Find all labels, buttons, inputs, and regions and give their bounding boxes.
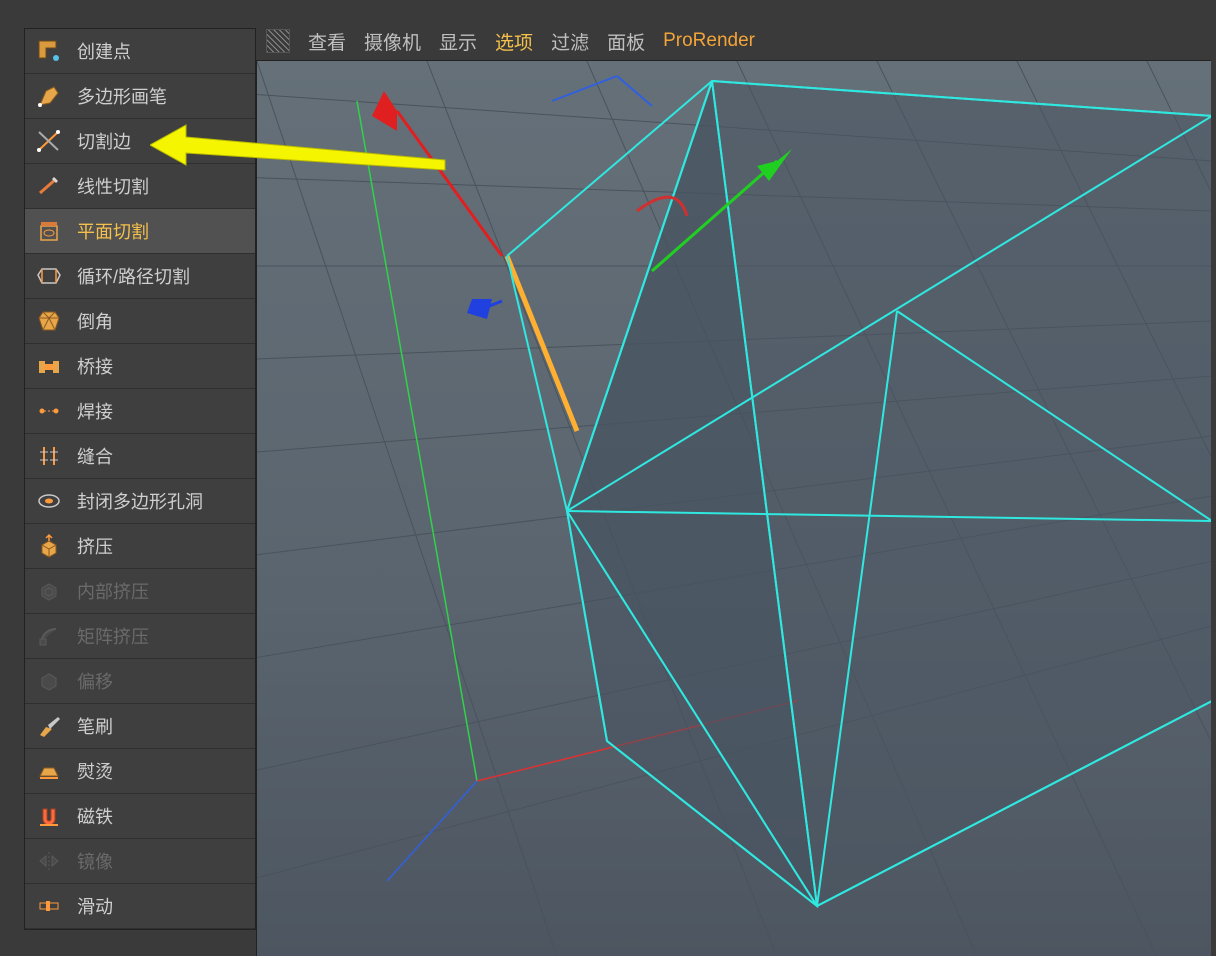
stitch-icon <box>35 442 63 470</box>
extrude-icon <box>35 532 63 560</box>
close-hole-icon <box>35 487 63 515</box>
tool-label: 笔刷 <box>77 713 113 739</box>
tool-label: 挤压 <box>77 533 113 559</box>
line-cut-icon <box>35 172 63 200</box>
tool-label: 磁铁 <box>77 803 113 829</box>
brush-icon <box>35 712 63 740</box>
bevel-icon <box>35 307 63 335</box>
viewport-menu-bar: 查看 摄像机 显示 选项 过滤 面板 ProRender <box>256 22 1216 60</box>
tool-label: 创建点 <box>77 38 131 64</box>
tool-label: 倒角 <box>77 308 113 334</box>
offset-icon <box>35 667 63 695</box>
magnet-icon <box>35 802 63 830</box>
mirror-icon <box>35 847 63 875</box>
menu-view[interactable]: 查看 <box>308 28 346 55</box>
tool-weld[interactable]: 焊接 <box>25 389 255 434</box>
tool-label: 桥接 <box>77 353 113 379</box>
iron-icon <box>35 757 63 785</box>
tool-bevel[interactable]: 倒角 <box>25 299 255 344</box>
tool-label: 多边形画笔 <box>77 83 167 109</box>
tool-label: 焊接 <box>77 398 113 424</box>
create-point-icon <box>35 37 63 65</box>
tool-create-point[interactable]: 创建点 <box>25 29 255 74</box>
tool-label: 封闭多边形孔洞 <box>77 488 203 514</box>
bridge-icon <box>35 352 63 380</box>
tool-panel: 创建点 多边形画笔 切割边 线性切割 平面切割 循环/路径切割 <box>24 28 256 930</box>
tool-plane-cut[interactable]: 平面切割 <box>25 209 255 254</box>
menu-prorender[interactable]: ProRender <box>663 30 755 52</box>
tool-matrix-extrude[interactable]: 矩阵挤压 <box>25 614 255 659</box>
tool-close-poly-hole[interactable]: 封闭多边形孔洞 <box>25 479 255 524</box>
tool-line-cut[interactable]: 线性切割 <box>25 164 255 209</box>
tool-loop-path-cut[interactable]: 循环/路径切割 <box>25 254 255 299</box>
tool-label: 矩阵挤压 <box>77 623 149 649</box>
viewport-scene <box>257 61 1211 956</box>
tool-extrude[interactable]: 挤压 <box>25 524 255 569</box>
menu-display[interactable]: 显示 <box>439 28 477 55</box>
tool-inner-extrude[interactable]: 内部挤压 <box>25 569 255 614</box>
matrix-extrude-icon <box>35 622 63 650</box>
menu-options[interactable]: 选项 <box>495 28 533 55</box>
slide-icon <box>35 892 63 920</box>
tool-cut-edge[interactable]: 切割边 <box>25 119 255 164</box>
tool-mirror[interactable]: 镜像 <box>25 839 255 884</box>
plane-cut-icon <box>35 217 63 245</box>
perspective-viewport[interactable]: 透视视图 <box>256 60 1211 956</box>
tool-label: 偏移 <box>77 668 113 694</box>
tool-label: 滑动 <box>77 893 113 919</box>
tool-offset[interactable]: 偏移 <box>25 659 255 704</box>
menu-panel[interactable]: 面板 <box>607 28 645 55</box>
tool-magnet[interactable]: 磁铁 <box>25 794 255 839</box>
tool-label: 平面切割 <box>77 218 149 244</box>
tool-stitch-sew[interactable]: 缝合 <box>25 434 255 479</box>
tool-slide[interactable]: 滑动 <box>25 884 255 929</box>
tool-label: 熨烫 <box>77 758 113 784</box>
tool-label: 缝合 <box>77 443 113 469</box>
tool-iron[interactable]: 熨烫 <box>25 749 255 794</box>
tool-brush[interactable]: 笔刷 <box>25 704 255 749</box>
tool-label: 切割边 <box>77 128 131 154</box>
tool-label: 线性切割 <box>77 173 149 199</box>
weld-icon <box>35 397 63 425</box>
inner-extrude-icon <box>35 577 63 605</box>
menu-camera[interactable]: 摄像机 <box>364 28 421 55</box>
poly-pen-icon <box>35 82 63 110</box>
tool-label: 内部挤压 <box>77 578 149 604</box>
tool-label: 镜像 <box>77 848 113 874</box>
tool-label: 循环/路径切割 <box>77 263 190 289</box>
menu-filter[interactable]: 过滤 <box>551 28 589 55</box>
hatch-icon[interactable] <box>266 29 290 53</box>
loop-cut-icon <box>35 262 63 290</box>
cut-edge-icon <box>35 127 63 155</box>
tool-bridge[interactable]: 桥接 <box>25 344 255 389</box>
tool-poly-pen[interactable]: 多边形画笔 <box>25 74 255 119</box>
